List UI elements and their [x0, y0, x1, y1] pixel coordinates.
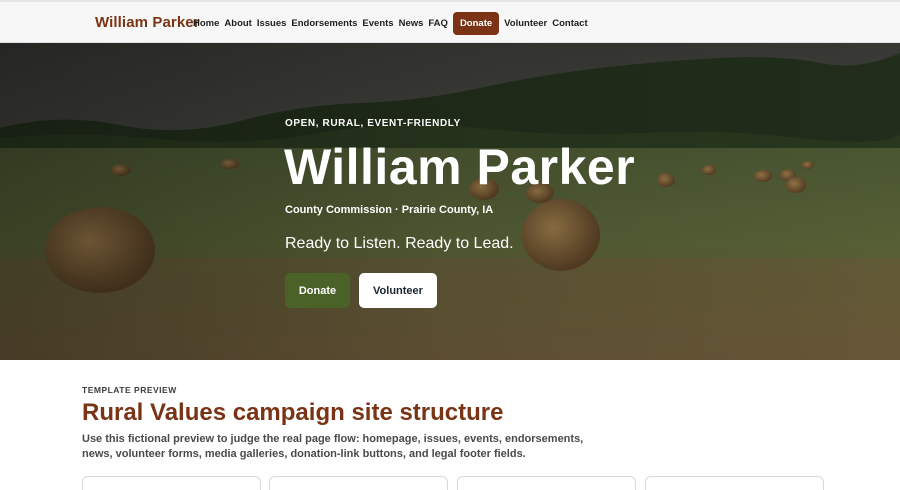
- nav-item-contact[interactable]: Contact: [552, 18, 587, 29]
- preview-card[interactable]: [82, 476, 261, 490]
- nav-item-events[interactable]: Events: [362, 18, 393, 29]
- hero-eyebrow: OPEN, RURAL, EVENT-FRIENDLY: [285, 118, 461, 129]
- preview-card[interactable]: [645, 476, 824, 490]
- main-menu: Home About Issues Endorsements Events Ne…: [193, 11, 593, 35]
- nav-item-issues[interactable]: Issues: [257, 18, 287, 29]
- preview-card[interactable]: [457, 476, 636, 490]
- hero-background-field-image: [0, 43, 900, 360]
- nav-item-faq[interactable]: FAQ: [428, 18, 448, 29]
- preview-card[interactable]: [269, 476, 448, 490]
- hero-donate-button[interactable]: Donate: [285, 273, 350, 308]
- nav-item-news[interactable]: News: [399, 18, 424, 29]
- nav-item-about[interactable]: About: [224, 18, 251, 29]
- nav-item-home[interactable]: Home: [193, 18, 219, 29]
- nav-item-volunteer[interactable]: Volunteer: [504, 18, 547, 29]
- hero-section: OPEN, RURAL, EVENT-FRIENDLY William Park…: [0, 43, 900, 360]
- section-eyebrow: TEMPLATE PREVIEW: [82, 385, 177, 395]
- hero-title: William Parker: [284, 139, 636, 195]
- top-navigation-bar: William Parker Home About Issues Endorse…: [0, 0, 900, 43]
- nav-donate-button[interactable]: Donate: [452, 11, 500, 35]
- hero-subtitle: County Commission · Prairie County, IA: [285, 204, 494, 216]
- nav-item-endorsements[interactable]: Endorsements: [291, 18, 357, 29]
- section-description: Use this fictional preview to judge the …: [82, 433, 584, 460]
- site-brand[interactable]: William Parker: [95, 14, 200, 31]
- section-title: Rural Values campaign site structure: [82, 399, 504, 426]
- hero-volunteer-button[interactable]: Volunteer: [359, 273, 437, 308]
- hero-tagline: Ready to Listen. Ready to Lead.: [285, 235, 514, 252]
